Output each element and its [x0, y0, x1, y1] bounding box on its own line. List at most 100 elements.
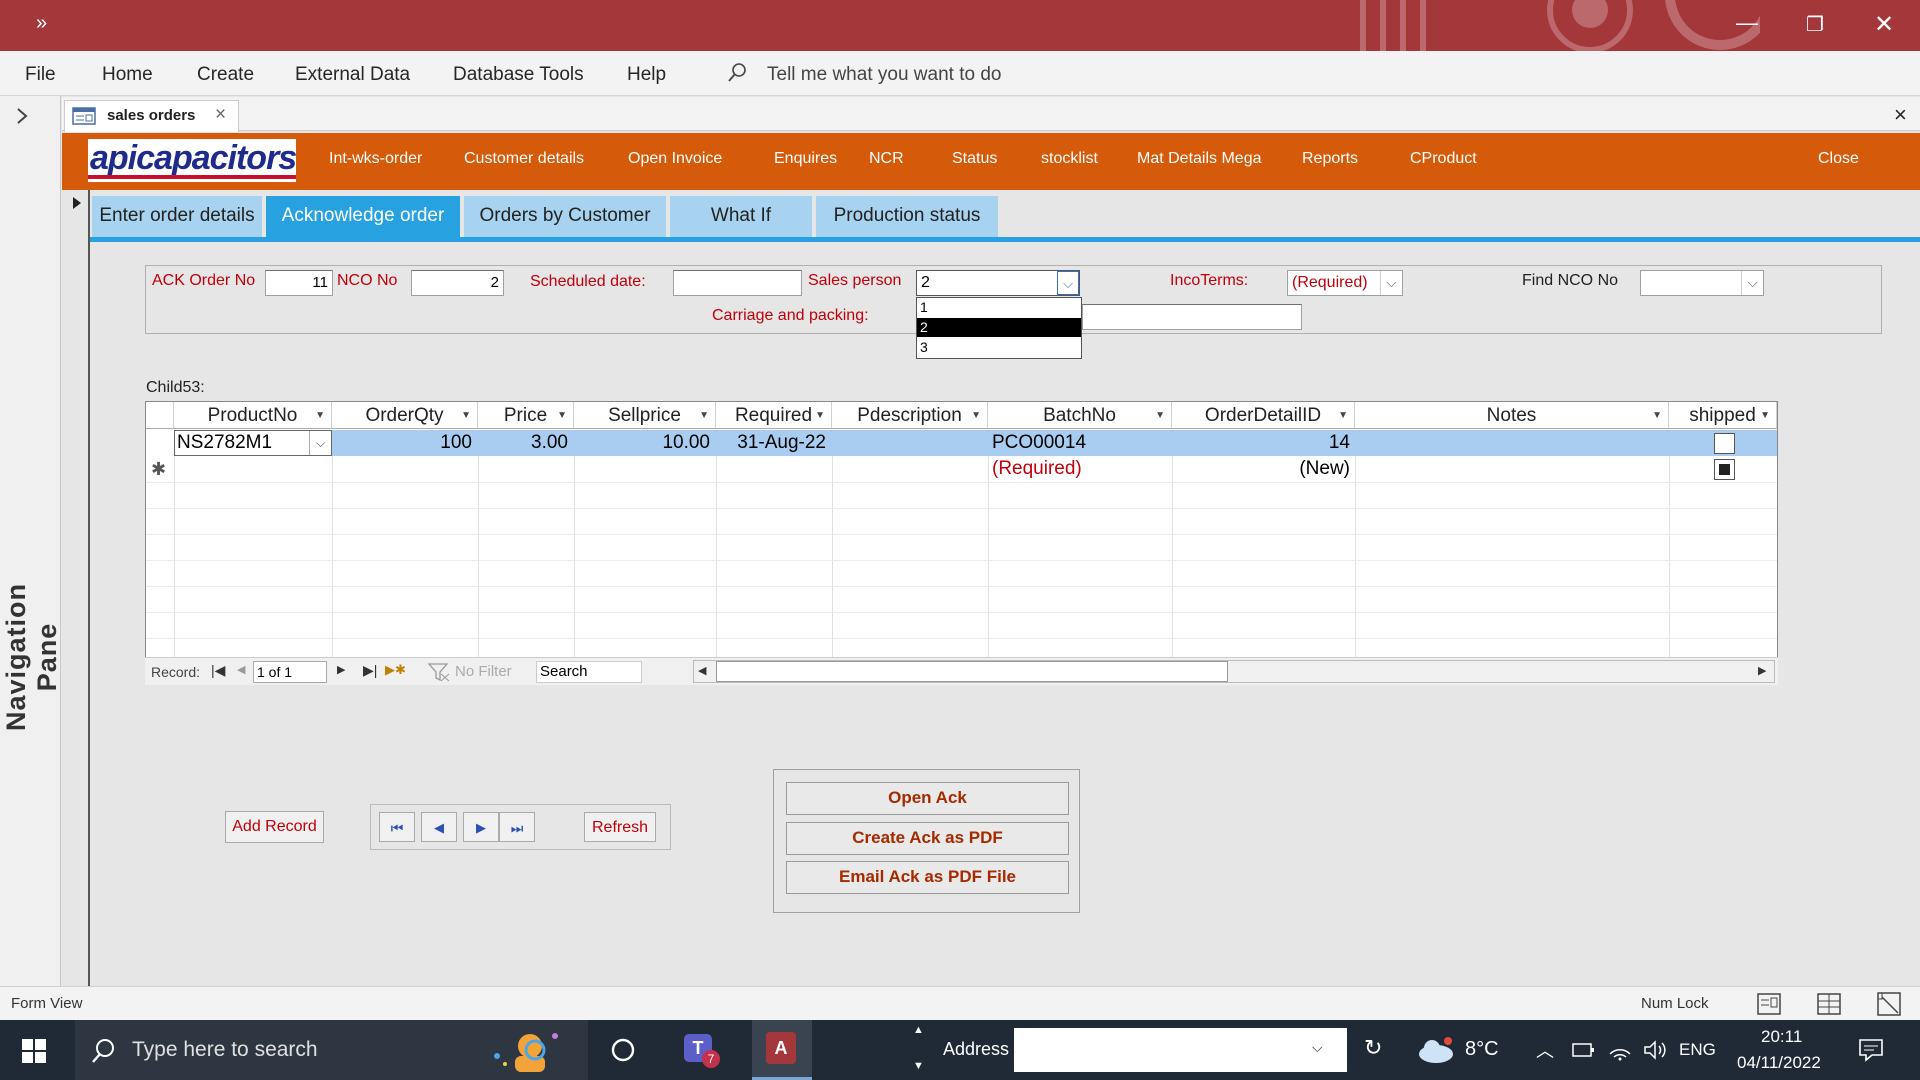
chevron-down-icon[interactable]: ⌵ — [1057, 271, 1079, 295]
cproduct-button[interactable]: CProduct — [1410, 150, 1477, 168]
chevron-down-icon[interactable]: ▼ — [1760, 402, 1770, 429]
tab-close-icon[interactable]: × — [215, 104, 226, 126]
volume-icon[interactable] — [1642, 1038, 1668, 1062]
no-filter-label[interactable]: No Filter — [455, 663, 512, 680]
menu-external-data[interactable]: External Data — [295, 64, 410, 86]
taskbar-search-box[interactable]: Type here to search — [75, 1020, 588, 1080]
toolbar-down-icon[interactable]: ▼ — [913, 1060, 924, 1072]
menu-help[interactable]: Help — [627, 64, 666, 86]
cell-required[interactable]: 31-Aug-22 — [716, 430, 826, 456]
scroll-left-icon[interactable]: ◀ — [698, 664, 706, 677]
first-record-button[interactable]: ⏮ — [379, 812, 415, 842]
enquires-button[interactable]: Enquires — [774, 150, 837, 168]
notifications-icon[interactable] — [1858, 1038, 1884, 1062]
language-indicator[interactable]: ENG — [1679, 1040, 1716, 1060]
next-record-button[interactable]: ▶ — [463, 812, 499, 842]
wifi-icon[interactable] — [1608, 1038, 1632, 1062]
col-header-notes[interactable]: Notes ▼ — [1355, 402, 1669, 429]
window-close-icon[interactable]: ✕ — [1874, 10, 1894, 39]
shipped-checkbox[interactable] — [1714, 433, 1735, 454]
select-all-corner[interactable] — [146, 402, 174, 429]
stocklist-button[interactable]: stocklist — [1041, 150, 1098, 168]
col-header-orderdetailid[interactable]: OrderDetailID ▼ — [1172, 402, 1355, 429]
carriage-packing-field[interactable] — [1082, 304, 1302, 330]
customer-details-button[interactable]: Customer details — [464, 150, 584, 168]
sales-person-combo[interactable]: 2 ⌵ — [916, 270, 1080, 296]
chevron-down-icon[interactable]: ▼ — [461, 402, 471, 429]
last-record-button[interactable]: ⏭ — [499, 812, 535, 842]
chevron-down-icon[interactable]: ▼ — [1338, 402, 1348, 429]
cell-sellprice[interactable]: 10.00 — [574, 430, 710, 456]
scheduled-date-field[interactable] — [673, 270, 802, 296]
menu-create[interactable]: Create — [197, 64, 254, 86]
tab-orders-by-customer[interactable]: Orders by Customer — [464, 196, 668, 238]
teams-app-icon[interactable]: T 7 — [680, 1030, 722, 1070]
cell-orderqty[interactable]: 100 — [332, 430, 472, 456]
add-record-button[interactable]: Add Record — [225, 811, 324, 843]
next-record-icon[interactable]: ▶ — [337, 663, 345, 676]
new-record-nav-icon[interactable]: ▶✱ — [385, 662, 406, 678]
dropdown-option-selected[interactable]: 2 — [917, 318, 1081, 337]
weather-temperature[interactable]: 8°C — [1465, 1038, 1499, 1061]
tab-production-status[interactable]: Production status — [816, 196, 1000, 238]
navigation-pane[interactable]: Navigation Pane — [0, 96, 62, 986]
col-header-price[interactable]: Price ▼ — [478, 402, 574, 429]
scroll-right-icon[interactable]: ▶ — [1758, 664, 1766, 677]
reports-button[interactable]: Reports — [1302, 150, 1358, 168]
scrollbar-thumb[interactable] — [716, 661, 1228, 682]
document-close-icon[interactable]: × — [1894, 102, 1907, 128]
restore-icon[interactable]: ❐ — [1806, 12, 1824, 37]
create-ack-pdf-button[interactable]: Create Ack as PDF — [786, 822, 1069, 855]
cell-orderdetailid-new[interactable]: (New) — [1172, 456, 1350, 482]
refresh-button[interactable]: Refresh — [584, 812, 656, 842]
tab-what-if[interactable]: What If — [670, 196, 814, 238]
windows-start-icon[interactable] — [22, 1039, 46, 1063]
quick-access-chevron-icon[interactable]: » — [36, 12, 47, 35]
record-position-field[interactable]: 1 of 1 — [253, 661, 327, 683]
record-search-input[interactable]: Search — [536, 661, 642, 683]
int-wks-order-button[interactable]: Int-wks-order — [329, 150, 422, 168]
chevron-down-icon[interactable]: ▼ — [815, 402, 825, 429]
cell-pdescription[interactable] — [836, 430, 986, 456]
clock-date[interactable]: 04/11/2022 — [1737, 1053, 1821, 1073]
refresh-address-icon[interactable]: ↻ — [1364, 1035, 1382, 1061]
chevron-down-icon[interactable]: ▼ — [315, 402, 325, 429]
cell-batchno[interactable]: PCO00014 — [992, 430, 1168, 456]
col-header-orderqty[interactable]: OrderQty ▼ — [332, 402, 478, 429]
shipped-checkbox-new[interactable] — [1714, 459, 1735, 480]
chevron-down-icon[interactable]: ▼ — [557, 402, 567, 429]
tab-sales-orders[interactable]: sales orders × — [64, 100, 239, 132]
clock-time[interactable]: 20:11 — [1761, 1027, 1802, 1047]
menu-file[interactable]: File — [25, 64, 56, 86]
task-view-icon[interactable] — [610, 1037, 636, 1063]
chevron-down-icon[interactable]: ⌵ — [1312, 1039, 1323, 1056]
last-record-icon[interactable]: ▶| — [363, 662, 377, 679]
toolbar-up-icon[interactable]: ▲ — [913, 1024, 924, 1036]
chevron-down-icon[interactable]: ⌵ — [309, 431, 331, 455]
battery-icon[interactable] — [1571, 1040, 1595, 1060]
email-ack-pdf-button[interactable]: Email Ack as PDF File — [786, 861, 1069, 894]
record-selector-strip[interactable] — [62, 190, 90, 986]
col-header-sellprice[interactable]: Sellprice ▼ — [574, 402, 716, 429]
col-header-batchno[interactable]: BatchNo ▼ — [988, 402, 1172, 429]
incoterms-combo[interactable]: (Required) ⌵ — [1287, 270, 1403, 296]
expand-chevron-icon[interactable] — [14, 106, 30, 126]
chevron-down-icon[interactable]: ▼ — [971, 402, 981, 429]
nco-no-field[interactable]: 2 — [411, 270, 504, 296]
minimize-icon[interactable]: — — [1736, 10, 1758, 36]
horizontal-scrollbar[interactable]: ◀ ▶ — [693, 660, 1775, 683]
order-details-datasheet[interactable]: ProductNo ▼ OrderQty ▼ Price ▼ Sellprice ▼ R… — [145, 401, 1778, 685]
design-view-icon[interactable] — [1876, 991, 1902, 1017]
dropdown-option[interactable]: 1 — [917, 298, 1081, 317]
tab-enter-order-details[interactable]: Enter order details — [92, 196, 264, 238]
open-invoice-button[interactable]: Open Invoice — [628, 150, 722, 168]
ncr-button[interactable]: NCR — [869, 150, 904, 168]
previous-record-button[interactable]: ◀ — [421, 812, 457, 842]
find-nco-combo[interactable]: ⌵ — [1640, 270, 1764, 296]
status-button[interactable]: Status — [952, 150, 997, 168]
first-record-icon[interactable]: |◀ — [211, 662, 225, 679]
menu-database-tools[interactable]: Database Tools — [453, 64, 584, 86]
dropdown-option[interactable]: 3 — [917, 338, 1081, 357]
show-hidden-icons-icon[interactable]: ︿ — [1536, 1037, 1554, 1063]
tab-acknowledge-order[interactable]: Acknowledge order — [266, 196, 462, 238]
